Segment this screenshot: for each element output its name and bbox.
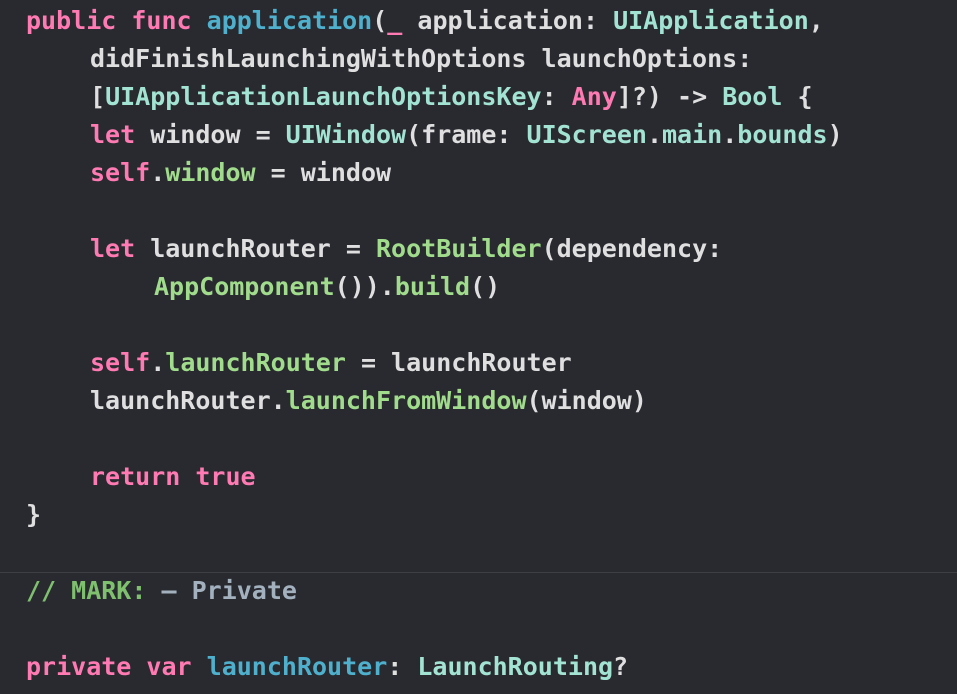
- code-token: (): [470, 272, 501, 301]
- code-token: self: [90, 158, 151, 187]
- code-token: func: [131, 6, 192, 35]
- code-token: [: [90, 82, 106, 111]
- code-line[interactable]: didFinishLaunchingWithOptions launchOpti…: [90, 40, 752, 78]
- code-token: launchFromWindow: [285, 386, 527, 415]
- code-token: ]?) ->: [616, 82, 723, 111]
- code-token: :: [387, 652, 418, 681]
- code-line[interactable]: let launchRouter = RootBuilder(dependenc…: [90, 230, 722, 268]
- code-token: _: [387, 6, 403, 35]
- code-token: ): [827, 120, 843, 149]
- code-token: self: [90, 348, 151, 377]
- code-token: build: [394, 272, 471, 301]
- code-token: :: [541, 82, 572, 111]
- code-token: (dependency:: [541, 234, 723, 263]
- code-token: .: [150, 348, 166, 377]
- code-token: Bool: [722, 82, 783, 111]
- code-token: let: [90, 234, 136, 263]
- code-token: ?: [613, 652, 629, 681]
- code-token: didFinishLaunchingWithOptions launchOpti…: [90, 44, 753, 73]
- code-line[interactable]: public func application(_ application: U…: [26, 2, 824, 40]
- code-token: RootBuilder: [375, 234, 542, 263]
- code-token: LaunchRouting: [417, 652, 614, 681]
- code-token: let: [90, 120, 136, 149]
- code-token: launchRouter: [206, 652, 388, 681]
- code-token: .: [150, 158, 166, 187]
- code-token: = window: [255, 158, 392, 187]
- code-token: UIScreen: [526, 120, 647, 149]
- code-line[interactable]: [UIApplicationLaunchOptionsKey: Any]?) -…: [90, 78, 813, 116]
- code-token: private: [26, 652, 132, 681]
- code-token: UIApplicationLaunchOptionsKey: [105, 82, 542, 111]
- code-line[interactable]: // MARK: – Private: [26, 572, 297, 610]
- code-token: // MARK:: [26, 576, 162, 605]
- code-token: var: [146, 652, 192, 681]
- code-editor[interactable]: public func application(_ application: U…: [0, 0, 957, 694]
- code-token: {: [782, 82, 813, 111]
- code-token: UIApplication: [613, 6, 809, 35]
- code-line[interactable]: return true: [90, 458, 256, 496]
- code-token: public: [26, 6, 117, 35]
- code-token: AppComponent: [154, 272, 335, 301]
- code-token: bounds: [737, 120, 828, 149]
- code-token: UIWindow: [285, 120, 407, 149]
- code-token: main: [662, 120, 723, 149]
- code-token: launchRouter =: [135, 234, 376, 263]
- code-line[interactable]: self.launchRouter = launchRouter: [90, 344, 572, 382]
- code-token: (window): [526, 386, 647, 415]
- code-token: application: [206, 6, 373, 35]
- code-token: true: [195, 462, 256, 491]
- code-token: .: [646, 120, 662, 149]
- code-token: }: [26, 500, 42, 529]
- code-token: return: [90, 462, 181, 491]
- code-token: – Private: [161, 576, 297, 605]
- code-token: application:: [402, 6, 614, 35]
- code-token: (: [372, 6, 388, 35]
- code-token: window =: [135, 120, 286, 149]
- mark-divider: [0, 572, 957, 573]
- code-line[interactable]: let window = UIWindow(frame: UIScreen.ma…: [90, 116, 843, 154]
- code-token: ,: [808, 6, 824, 35]
- code-line[interactable]: self.window = window: [90, 154, 391, 192]
- code-line[interactable]: private var launchRouter: LaunchRouting?: [26, 648, 628, 686]
- code-token: launchRouter.: [90, 386, 286, 415]
- code-token: .: [722, 120, 738, 149]
- code-token: = launchRouter: [345, 348, 572, 377]
- code-line[interactable]: launchRouter.launchFromWindow(window): [90, 382, 647, 420]
- code-token: window: [165, 158, 256, 187]
- code-token: launchRouter: [165, 348, 346, 377]
- code-line[interactable]: }: [26, 496, 41, 534]
- code-token: (frame:: [406, 120, 527, 149]
- code-line[interactable]: AppComponent()).build(): [154, 268, 500, 306]
- code-token: ()).: [334, 272, 395, 301]
- code-token: Any: [571, 82, 617, 111]
